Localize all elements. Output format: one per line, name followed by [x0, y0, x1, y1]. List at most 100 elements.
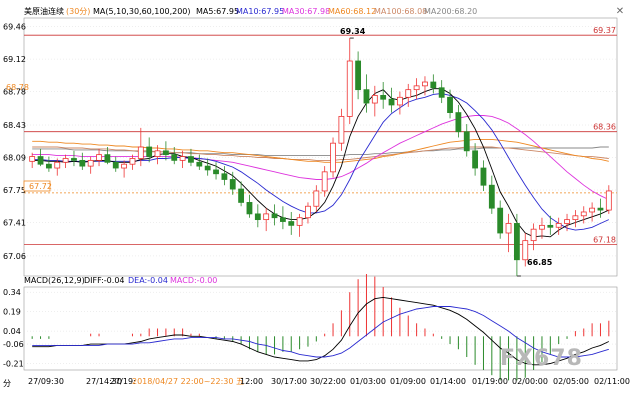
ma30-value: MA30:67.98 — [282, 7, 330, 16]
candle-body — [363, 89, 370, 104]
candle — [363, 74, 370, 113]
main-panel-border — [23, 17, 618, 277]
candle-body — [497, 207, 504, 234]
macd-value: MACD:-0.00 — [170, 276, 217, 285]
candle-body — [112, 161, 119, 169]
x-tick-label: 02/00:00 — [512, 377, 548, 386]
moving-averages — [32, 88, 609, 238]
candle — [171, 147, 178, 165]
candle-body — [238, 188, 245, 203]
candle — [346, 38, 353, 125]
candle-body — [121, 163, 128, 169]
candle-body — [480, 167, 487, 186]
candle-body — [137, 146, 144, 159]
x-axis-left-tag: 分 — [3, 379, 11, 388]
candle-body — [530, 228, 537, 242]
candle-body — [564, 219, 570, 224]
macd-dea: DEA:-0.04 — [128, 276, 168, 285]
candle — [589, 202, 596, 222]
candle — [288, 211, 295, 235]
candle-body — [45, 163, 52, 169]
candle — [196, 154, 203, 170]
candle-body — [338, 116, 345, 144]
candle-body — [71, 158, 77, 161]
candle — [455, 104, 462, 138]
candle — [188, 148, 194, 167]
ma60-value: MA60:68.12 — [328, 7, 376, 16]
candle-body — [539, 224, 545, 230]
candle-body — [162, 150, 169, 156]
candle — [480, 160, 487, 191]
price-chart[interactable]: 69.46 69.12 68.78 68.43 68.09 67.75 67.41 67.06… — [0, 0, 640, 400]
level-label-right: 69.37 — [593, 26, 616, 35]
candle-body — [229, 179, 236, 190]
x-tick-label: 30/17:00 — [271, 377, 307, 386]
candle-body — [355, 60, 362, 91]
candle — [162, 141, 169, 161]
candle — [530, 223, 537, 251]
candle-body — [472, 150, 479, 169]
chart-frame — [23, 17, 618, 371]
candle — [204, 158, 211, 176]
candle-body — [288, 221, 295, 226]
candle — [463, 124, 470, 157]
candle-body — [380, 95, 387, 100]
candle — [396, 91, 403, 115]
candle-body — [213, 169, 219, 175]
candle — [104, 147, 111, 165]
candle — [430, 74, 437, 94]
candle-body — [246, 202, 253, 215]
x-tick-label: 01/14:00 — [430, 377, 466, 386]
candle-body — [422, 81, 428, 87]
candle-body — [388, 98, 395, 106]
candle — [296, 213, 303, 237]
candle-body — [96, 154, 102, 161]
candle-body — [589, 207, 596, 213]
candle-body — [104, 154, 111, 163]
candle-body — [405, 89, 412, 98]
candle — [112, 156, 119, 172]
chart-grid — [24, 26, 617, 257]
candle-body — [313, 190, 320, 207]
y-tick-label: 67.75 — [3, 186, 26, 195]
candle — [313, 185, 320, 212]
candle-body — [413, 85, 420, 91]
y-tick-label: 67.41 — [3, 218, 26, 227]
candle-body — [438, 87, 445, 98]
y-tick-label: 67.06 — [3, 252, 26, 261]
candle — [213, 162, 219, 180]
candle — [555, 217, 562, 235]
level-label-left: 68.78 — [6, 83, 29, 92]
macd-tick-label: 0.19 — [3, 308, 21, 317]
candle-body — [79, 159, 86, 167]
close-icon[interactable] — [614, 6, 626, 18]
ma-params: MA(5,10,30,60,100,200) — [93, 7, 191, 16]
level-label-right: 68.36 — [593, 123, 616, 132]
candle — [79, 152, 86, 170]
x-tick-label: 30/22:00 — [310, 377, 346, 386]
last-price-label: 67.72 — [29, 182, 52, 191]
candle-body — [321, 171, 328, 192]
level-label-right: 67.18 — [593, 235, 616, 244]
candle-body — [522, 240, 529, 261]
candle — [580, 206, 587, 224]
candle — [271, 204, 278, 226]
candle-body — [555, 223, 562, 228]
candle-body — [37, 156, 44, 165]
candle — [447, 89, 453, 119]
candle — [488, 175, 495, 214]
candle-body — [129, 158, 136, 165]
watermark: FX678 — [500, 346, 583, 371]
candle-body — [196, 161, 203, 167]
candle — [254, 204, 261, 228]
candle-body — [54, 161, 61, 169]
candle — [71, 150, 77, 167]
macd-tick-label: 0.04 — [3, 327, 21, 336]
x-tick-label: 02/05:00 — [553, 377, 589, 386]
macd-params: MACD(26,12,9) — [24, 276, 85, 285]
ma100-line — [32, 146, 609, 161]
candle-body — [430, 81, 437, 89]
x-tick-label: 12:00 — [240, 377, 263, 386]
candle — [305, 202, 311, 224]
candle — [263, 208, 270, 232]
